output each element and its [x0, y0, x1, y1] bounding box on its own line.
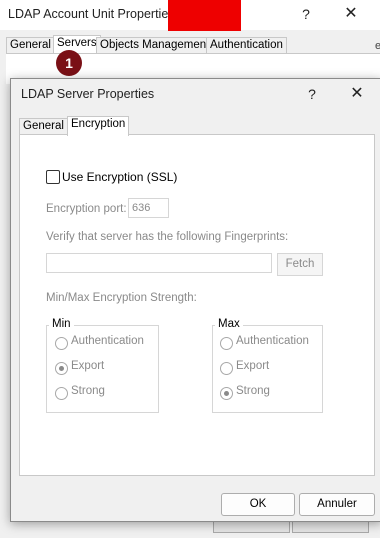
radio-selected-dot: [224, 391, 229, 396]
fingerprint-field[interactable]: [46, 253, 272, 273]
dialog-title: LDAP Server Properties: [21, 87, 155, 101]
max-export-label: Export: [236, 360, 270, 372]
step-badge: 1: [56, 50, 82, 76]
use-encryption-checkbox[interactable]: [46, 170, 60, 184]
ok-button[interactable]: OK: [221, 493, 295, 516]
encryption-port-label: Encryption port:: [46, 203, 127, 215]
redaction-block: [168, 0, 241, 31]
min-strong-label: Strong: [71, 385, 105, 397]
max-export-radio[interactable]: [220, 362, 233, 375]
cancel-button[interactable]: Annuler: [299, 493, 375, 516]
bg-tab-objects-management[interactable]: Objects Management: [96, 37, 214, 54]
bg-tab-authentication[interactable]: Authentication: [206, 37, 287, 54]
max-authentication-label: Authentication: [236, 335, 309, 347]
min-export-radio[interactable]: [55, 362, 68, 375]
dialog-close-button[interactable]: ✕: [342, 80, 372, 110]
background-edge-text: es: [375, 40, 380, 52]
background-cancel-button[interactable]: [292, 522, 369, 533]
max-authentication-radio[interactable]: [220, 337, 233, 350]
fingerprints-label: Verify that server has the following Fin…: [46, 231, 289, 243]
max-strong-radio[interactable]: [220, 387, 233, 400]
max-strong-label: Strong: [236, 385, 270, 397]
min-authentication-radio[interactable]: [55, 337, 68, 350]
dialog-title-bar: LDAP Server Properties ? ✕: [11, 79, 380, 109]
encryption-tab-panel: Use Encryption (SSL) Encryption port: 63…: [19, 134, 375, 476]
background-ok-button[interactable]: [213, 522, 290, 533]
background-window-title: LDAP Account Unit Properties: [8, 7, 175, 21]
bg-tab-general[interactable]: General: [6, 37, 55, 54]
max-group-title: Max: [215, 318, 243, 330]
min-export-label: Export: [71, 360, 105, 372]
ldap-server-properties-dialog: LDAP Server Properties ? ✕ General Encry…: [10, 78, 380, 522]
dialog-help-button[interactable]: ?: [297, 80, 327, 110]
min-group-title: Min: [49, 318, 74, 330]
background-help-button[interactable]: ?: [291, 0, 321, 30]
encryption-strength-label: Min/Max Encryption Strength:: [46, 292, 197, 304]
radio-selected-dot: [59, 366, 64, 371]
background-close-button[interactable]: ✕: [336, 0, 366, 30]
fetch-button[interactable]: Fetch: [277, 253, 323, 276]
tab-encryption[interactable]: Encryption: [67, 116, 130, 136]
use-encryption-label[interactable]: Use Encryption (SSL): [62, 170, 177, 184]
tab-general[interactable]: General: [19, 118, 68, 135]
min-strong-radio[interactable]: [55, 387, 68, 400]
encryption-port-field[interactable]: 636: [128, 198, 169, 218]
background-title-bar: LDAP Account Unit Properties ? ✕: [0, 0, 380, 31]
min-authentication-label: Authentication: [71, 335, 144, 347]
